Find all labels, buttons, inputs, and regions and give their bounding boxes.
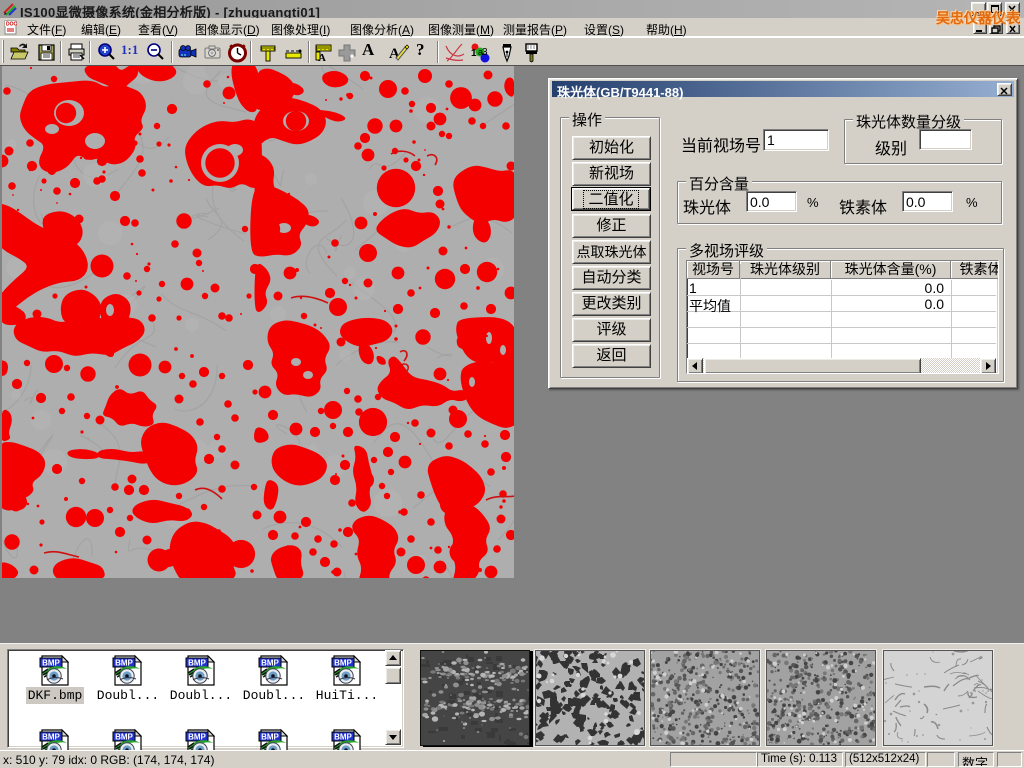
svg-text:BMP: BMP (42, 659, 60, 668)
svg-text:BMP: BMP (42, 733, 60, 742)
svg-text:BMP: BMP (261, 659, 279, 668)
svg-text:BMP: BMP (188, 659, 206, 668)
svg-text:3: 3 (482, 47, 488, 58)
svg-text:BMP: BMP (334, 733, 352, 742)
svg-text:BMP: BMP (115, 659, 133, 668)
svg-text:BMP: BMP (261, 733, 279, 742)
svg-text:BMP: BMP (115, 733, 133, 742)
svg-text:DOC: DOC (6, 22, 18, 28)
svg-text:1: 1 (471, 48, 477, 59)
svg-text:BMP: BMP (188, 733, 206, 742)
svg-text:BMP: BMP (334, 659, 352, 668)
